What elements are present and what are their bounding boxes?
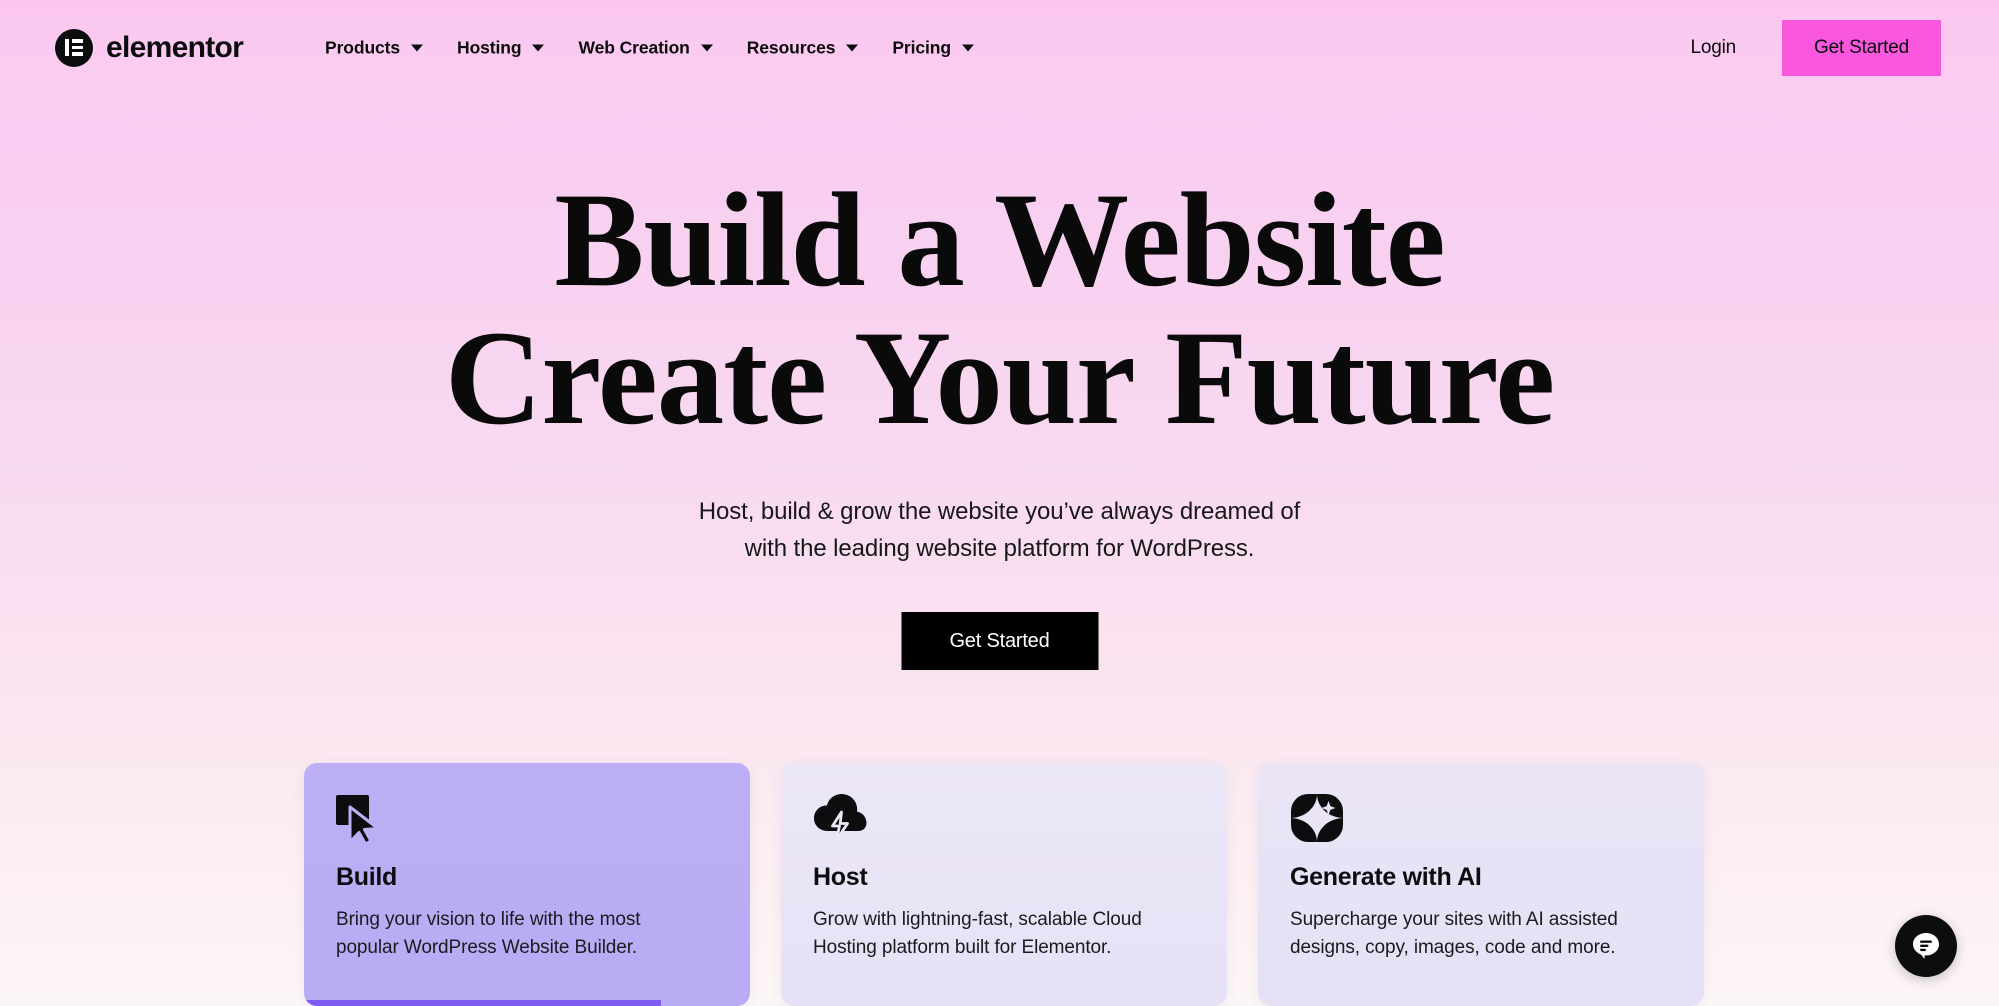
header-get-started-button[interactable]: Get Started bbox=[1782, 19, 1941, 76]
nav-label: Pricing bbox=[892, 37, 951, 57]
nav-label: Products bbox=[325, 37, 401, 57]
card-icon-wrap bbox=[336, 793, 718, 847]
cursor-pointer-icon bbox=[336, 793, 390, 845]
feature-card-generate-with-ai[interactable]: Generate with AI Supercharge your sites … bbox=[1258, 763, 1704, 1006]
cloud-lightning-icon bbox=[813, 793, 868, 850]
logo[interactable]: elementor bbox=[55, 28, 244, 67]
card-description-line-2: designs, copy, images, code and more. bbox=[1290, 937, 1616, 959]
hero-subtitle: Host, build & grow the website you’ve al… bbox=[0, 494, 1999, 567]
feature-card-build[interactable]: Build Bring your vision to life with the… bbox=[304, 763, 750, 1006]
nav-label: Web Creation bbox=[578, 37, 690, 57]
chat-widget-button[interactable] bbox=[1895, 915, 1957, 977]
hero-title-line-2: Create Your Future bbox=[444, 303, 1555, 453]
hero-subtitle-line-1: Host, build & grow the website you’ve al… bbox=[698, 498, 1301, 525]
nav-item-pricing[interactable]: Pricing bbox=[892, 37, 974, 58]
site-header: elementor Products Hosting Web Creation … bbox=[0, 0, 1999, 95]
chevron-down-icon bbox=[532, 44, 545, 51]
elementor-logo-icon bbox=[55, 28, 93, 67]
chat-bubble-icon bbox=[1911, 930, 1941, 963]
login-link[interactable]: Login bbox=[1691, 37, 1737, 59]
card-description-line-2: Hosting platform built for Elementor. bbox=[813, 937, 1112, 959]
primary-nav: Products Hosting Web Creation Resources … bbox=[325, 37, 974, 58]
card-description: Supercharge your sites with AI assisted … bbox=[1290, 906, 1672, 962]
nav-item-web-creation[interactable]: Web Creation bbox=[578, 37, 713, 58]
nav-item-products[interactable]: Products bbox=[325, 37, 424, 58]
card-description-line-1: Bring your vision to life with the most bbox=[336, 909, 641, 930]
card-description-line-2: popular WordPress Website Builder. bbox=[336, 937, 638, 959]
hero-title-line-1: Build a Website bbox=[554, 166, 1445, 315]
nav-label: Hosting bbox=[457, 37, 522, 57]
logo-text: elementor bbox=[106, 30, 244, 64]
card-description-line-1: Supercharge your sites with AI assisted bbox=[1290, 909, 1618, 930]
nav-item-hosting[interactable]: Hosting bbox=[457, 37, 545, 58]
card-description: Grow with lightning-fast, scalable Cloud… bbox=[813, 906, 1195, 962]
ai-sparkle-icon bbox=[1290, 793, 1344, 848]
chevron-down-icon bbox=[700, 44, 713, 51]
nav-item-resources[interactable]: Resources bbox=[747, 37, 859, 58]
card-progress-bar bbox=[304, 1000, 750, 1006]
page-title: Build a Website Create Your Future bbox=[0, 172, 1999, 447]
hero-subtitle-line-2: with the leading website platform for Wo… bbox=[744, 534, 1255, 562]
card-title: Generate with AI bbox=[1290, 863, 1482, 891]
card-progress-bar bbox=[1258, 1000, 1704, 1006]
card-progress-bar bbox=[781, 1000, 1227, 1006]
header-actions: Login Get Started bbox=[1691, 19, 1941, 76]
card-title: Build bbox=[336, 863, 397, 891]
chevron-down-icon bbox=[961, 44, 974, 51]
chevron-down-icon bbox=[411, 44, 424, 51]
feature-card-host[interactable]: Host Grow with lightning-fast, scalable … bbox=[781, 763, 1227, 1006]
card-icon-wrap bbox=[813, 793, 1195, 847]
feature-cards: Build Bring your vision to life with the… bbox=[304, 763, 1704, 1006]
card-description-line-1: Grow with lightning-fast, scalable Cloud bbox=[813, 909, 1142, 930]
card-description: Bring your vision to life with the most … bbox=[336, 906, 718, 962]
card-title: Host bbox=[813, 863, 868, 891]
hero-get-started-button[interactable]: Get Started bbox=[901, 612, 1098, 670]
chevron-down-icon bbox=[846, 44, 859, 51]
nav-label: Resources bbox=[746, 37, 836, 57]
card-icon-wrap bbox=[1290, 793, 1672, 847]
